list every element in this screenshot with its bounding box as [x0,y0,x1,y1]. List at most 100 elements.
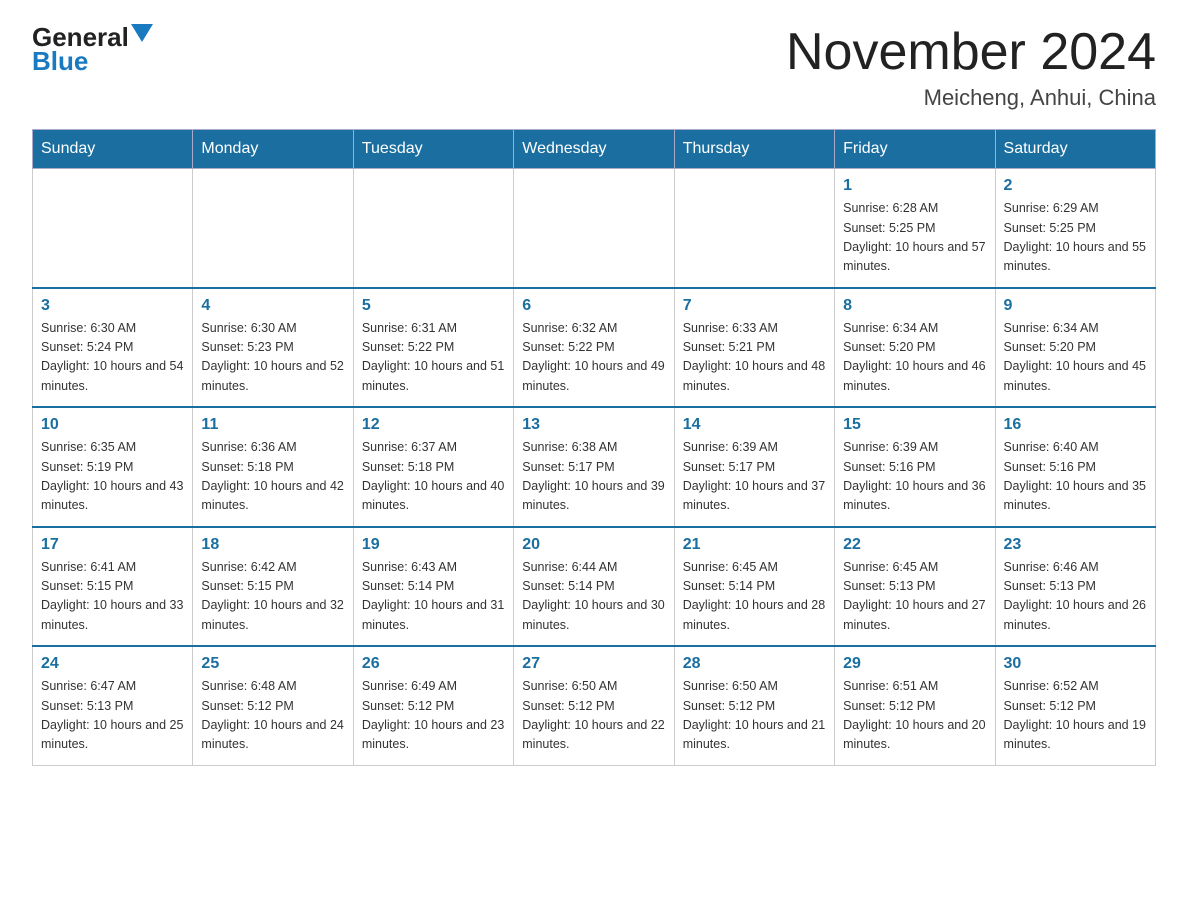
day-number: 4 [201,297,344,315]
calendar-day-cell: 12 Sunrise: 6:37 AM Sunset: 5:18 PM Dayli… [353,407,513,527]
day-number: 23 [1004,536,1147,554]
calendar-table: SundayMondayTuesdayWednesdayThursdayFrid… [32,129,1156,766]
day-info: Sunrise: 6:33 AM Sunset: 5:21 PM Dayligh… [683,319,826,397]
day-info: Sunrise: 6:37 AM Sunset: 5:18 PM Dayligh… [362,438,505,516]
calendar-day-cell: 10Sunrise: 6:35 AM Sunset: 5:19 PM Dayli… [33,407,193,527]
day-number: 20 [522,536,665,554]
calendar-day-cell [193,169,353,288]
day-number: 29 [843,655,986,673]
calendar-day-cell: 23 Sunrise: 6:46 AM Sunset: 5:13 PM Dayli… [995,527,1155,647]
calendar-day-cell: 27 Sunrise: 6:50 AM Sunset: 5:12 PM Dayli… [514,646,674,765]
calendar-day-cell: 25 Sunrise: 6:48 AM Sunset: 5:12 PM Dayli… [193,646,353,765]
day-info: Sunrise: 6:47 AM Sunset: 5:13 PM Dayligh… [41,677,184,755]
calendar-day-cell: 5 Sunrise: 6:31 AM Sunset: 5:22 PM Daylig… [353,288,513,408]
day-info: Sunrise: 6:52 AM Sunset: 5:12 PM Dayligh… [1004,677,1147,755]
calendar-day-cell: 1 Sunrise: 6:28 AM Sunset: 5:25 PM Daylig… [835,169,995,288]
calendar-week-row: 17 Sunrise: 6:41 AM Sunset: 5:15 PM Dayli… [33,527,1156,647]
logo-arrow-icon [131,24,153,42]
day-number: 24 [41,655,184,673]
day-info: Sunrise: 6:30 AM Sunset: 5:24 PM Dayligh… [41,319,184,397]
day-info: Sunrise: 6:51 AM Sunset: 5:12 PM Dayligh… [843,677,986,755]
calendar-day-cell: 20 Sunrise: 6:44 AM Sunset: 5:14 PM Dayli… [514,527,674,647]
calendar-day-cell: 18 Sunrise: 6:42 AM Sunset: 5:15 PM Dayli… [193,527,353,647]
calendar-day-cell: 29 Sunrise: 6:51 AM Sunset: 5:12 PM Dayli… [835,646,995,765]
day-number: 30 [1004,655,1147,673]
day-info: Sunrise: 6:50 AM Sunset: 5:12 PM Dayligh… [522,677,665,755]
calendar-day-cell: 8 Sunrise: 6:34 AM Sunset: 5:20 PM Daylig… [835,288,995,408]
calendar-day-cell: 3 Sunrise: 6:30 AM Sunset: 5:24 PM Daylig… [33,288,193,408]
calendar-day-cell: 22 Sunrise: 6:45 AM Sunset: 5:13 PM Dayli… [835,527,995,647]
day-number: 22 [843,536,986,554]
day-number: 3 [41,297,184,315]
calendar-week-row: 10Sunrise: 6:35 AM Sunset: 5:19 PM Dayli… [33,407,1156,527]
day-info: Sunrise: 6:29 AM Sunset: 5:25 PM Dayligh… [1004,199,1147,277]
logo: General Blue [32,24,153,75]
day-number: 13 [522,416,665,434]
day-number: 1 [843,177,986,195]
day-number: 15 [843,416,986,434]
calendar-day-cell: 6Sunrise: 6:32 AM Sunset: 5:22 PM Daylig… [514,288,674,408]
calendar-day-cell: 28 Sunrise: 6:50 AM Sunset: 5:12 PM Dayli… [674,646,834,765]
day-number: 28 [683,655,826,673]
column-header-friday: Friday [835,130,995,169]
day-number: 5 [362,297,505,315]
calendar-day-cell: 4 Sunrise: 6:30 AM Sunset: 5:23 PM Daylig… [193,288,353,408]
calendar-week-row: 1 Sunrise: 6:28 AM Sunset: 5:25 PM Daylig… [33,169,1156,288]
calendar-day-cell: 24 Sunrise: 6:47 AM Sunset: 5:13 PM Dayli… [33,646,193,765]
calendar-day-cell: 9 Sunrise: 6:34 AM Sunset: 5:20 PM Daylig… [995,288,1155,408]
calendar-day-cell: 17 Sunrise: 6:41 AM Sunset: 5:15 PM Dayli… [33,527,193,647]
calendar-day-cell: 13 Sunrise: 6:38 AM Sunset: 5:17 PM Dayli… [514,407,674,527]
day-info: Sunrise: 6:31 AM Sunset: 5:22 PM Dayligh… [362,319,505,397]
day-info: Sunrise: 6:35 AM Sunset: 5:19 PM Dayligh… [41,438,184,516]
day-info: Sunrise: 6:36 AM Sunset: 5:18 PM Dayligh… [201,438,344,516]
day-number: 2 [1004,177,1147,195]
day-info: Sunrise: 6:48 AM Sunset: 5:12 PM Dayligh… [201,677,344,755]
day-info: Sunrise: 6:50 AM Sunset: 5:12 PM Dayligh… [683,677,826,755]
column-header-wednesday: Wednesday [514,130,674,169]
day-number: 7 [683,297,826,315]
day-number: 25 [201,655,344,673]
day-info: Sunrise: 6:40 AM Sunset: 5:16 PM Dayligh… [1004,438,1147,516]
day-info: Sunrise: 6:43 AM Sunset: 5:14 PM Dayligh… [362,558,505,636]
day-info: Sunrise: 6:45 AM Sunset: 5:13 PM Dayligh… [843,558,986,636]
day-number: 6 [522,297,665,315]
day-info: Sunrise: 6:28 AM Sunset: 5:25 PM Dayligh… [843,199,986,277]
calendar-day-cell: 21 Sunrise: 6:45 AM Sunset: 5:14 PM Dayli… [674,527,834,647]
day-number: 8 [843,297,986,315]
day-number: 27 [522,655,665,673]
day-info: Sunrise: 6:39 AM Sunset: 5:16 PM Dayligh… [843,438,986,516]
calendar-week-row: 3 Sunrise: 6:30 AM Sunset: 5:24 PM Daylig… [33,288,1156,408]
day-number: 19 [362,536,505,554]
column-header-tuesday: Tuesday [353,130,513,169]
month-title: November 2024 [786,24,1156,81]
day-info: Sunrise: 6:30 AM Sunset: 5:23 PM Dayligh… [201,319,344,397]
day-info: Sunrise: 6:46 AM Sunset: 5:13 PM Dayligh… [1004,558,1147,636]
calendar-day-cell: 7 Sunrise: 6:33 AM Sunset: 5:21 PM Daylig… [674,288,834,408]
title-area: November 2024 Meicheng, Anhui, China [786,24,1156,111]
day-number: 9 [1004,297,1147,315]
day-info: Sunrise: 6:44 AM Sunset: 5:14 PM Dayligh… [522,558,665,636]
calendar-day-cell: 16Sunrise: 6:40 AM Sunset: 5:16 PM Dayli… [995,407,1155,527]
day-info: Sunrise: 6:34 AM Sunset: 5:20 PM Dayligh… [843,319,986,397]
day-number: 18 [201,536,344,554]
day-info: Sunrise: 6:41 AM Sunset: 5:15 PM Dayligh… [41,558,184,636]
day-number: 11 [201,416,344,434]
day-number: 21 [683,536,826,554]
column-header-saturday: Saturday [995,130,1155,169]
calendar-week-row: 24 Sunrise: 6:47 AM Sunset: 5:13 PM Dayli… [33,646,1156,765]
calendar-day-cell [353,169,513,288]
day-number: 12 [362,416,505,434]
day-info: Sunrise: 6:38 AM Sunset: 5:17 PM Dayligh… [522,438,665,516]
day-info: Sunrise: 6:45 AM Sunset: 5:14 PM Dayligh… [683,558,826,636]
column-header-sunday: Sunday [33,130,193,169]
day-info: Sunrise: 6:34 AM Sunset: 5:20 PM Dayligh… [1004,319,1147,397]
day-number: 14 [683,416,826,434]
day-number: 17 [41,536,184,554]
day-number: 26 [362,655,505,673]
calendar-day-cell: 15 Sunrise: 6:39 AM Sunset: 5:16 PM Dayli… [835,407,995,527]
day-info: Sunrise: 6:42 AM Sunset: 5:15 PM Dayligh… [201,558,344,636]
calendar-header-row: SundayMondayTuesdayWednesdayThursdayFrid… [33,130,1156,169]
calendar-day-cell: 26Sunrise: 6:49 AM Sunset: 5:12 PM Dayli… [353,646,513,765]
calendar-day-cell [514,169,674,288]
calendar-day-cell: 30 Sunrise: 6:52 AM Sunset: 5:12 PM Dayli… [995,646,1155,765]
